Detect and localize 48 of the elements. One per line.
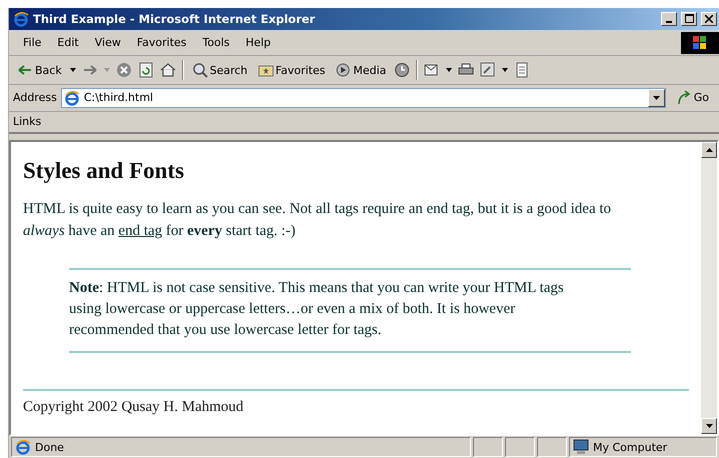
- maximize-button[interactable]: [681, 12, 697, 26]
- close-button[interactable]: [701, 12, 717, 26]
- menu-item[interactable]: View: [86, 36, 129, 50]
- dropdown-button[interactable]: [648, 88, 665, 107]
- underlined-link[interactable]: end tag: [118, 222, 162, 239]
- edit-icon: [480, 62, 496, 78]
- go-button[interactable]: Go: [670, 90, 715, 106]
- menu-item[interactable]: Tools: [194, 36, 238, 50]
- mail-icon: [424, 62, 440, 78]
- maximize-icon: [684, 14, 694, 24]
- page-heading: Styles and Fonts: [23, 158, 186, 184]
- media-icon: [335, 62, 352, 78]
- favorites-button[interactable]: Favorites: [256, 62, 328, 78]
- caret-icon: [502, 67, 508, 74]
- menu-item[interactable]: Favorites: [128, 36, 195, 50]
- search-icon: [192, 62, 208, 78]
- windows-flag-icon: [681, 32, 719, 54]
- home-icon: [160, 62, 176, 78]
- minimize-button[interactable]: [661, 12, 677, 26]
- address-box[interactable]: C:\third.html: [60, 88, 666, 108]
- copyright-text: Copyright 2002 Qusay H. Mahmoud: [23, 398, 244, 416]
- caret-icon: [70, 67, 76, 74]
- zone-text: My Computer: [593, 440, 668, 454]
- caret-icon: [652, 96, 660, 100]
- caret-icon: [104, 67, 110, 74]
- address-field[interactable]: C:\third.html: [84, 91, 644, 104]
- links-label[interactable]: Links: [13, 115, 42, 128]
- media-button[interactable]: Media: [333, 62, 388, 78]
- history-icon: [394, 62, 410, 78]
- caret-icon: [446, 67, 452, 74]
- stop-icon: [116, 62, 132, 78]
- vertical-scrollbar[interactable]: [701, 142, 717, 434]
- note-paragraph: Note: HTML is not case sensitive. This means that you can write your HTML tags using lowercase or uppercase letters…or even a mix of both. It is however recommended that you use lowercase letter for tags.: [69, 278, 565, 340]
- refresh-icon: [138, 62, 154, 78]
- search-button[interactable]: Search: [190, 62, 250, 78]
- close-icon: [705, 14, 713, 23]
- document-icon: [514, 62, 530, 78]
- address-label: Address: [13, 91, 57, 104]
- menu-item[interactable]: Edit: [49, 36, 87, 50]
- status-text: Done: [35, 440, 64, 454]
- window-title: Third Example - Microsoft Internet Explorer: [33, 12, 316, 26]
- minimize-icon: [666, 20, 672, 23]
- computer-icon: [573, 439, 589, 456]
- paragraph: HTML is quite easy to learn as you can see. Not all tags require an end tag, but it is a good idea to always have an end tag for every start tag. :-): [23, 200, 612, 241]
- menu-item[interactable]: File: [15, 36, 50, 50]
- menu-item[interactable]: Help: [238, 36, 279, 50]
- back-button[interactable]: Back: [15, 62, 64, 78]
- go-arrow-icon: [676, 90, 692, 106]
